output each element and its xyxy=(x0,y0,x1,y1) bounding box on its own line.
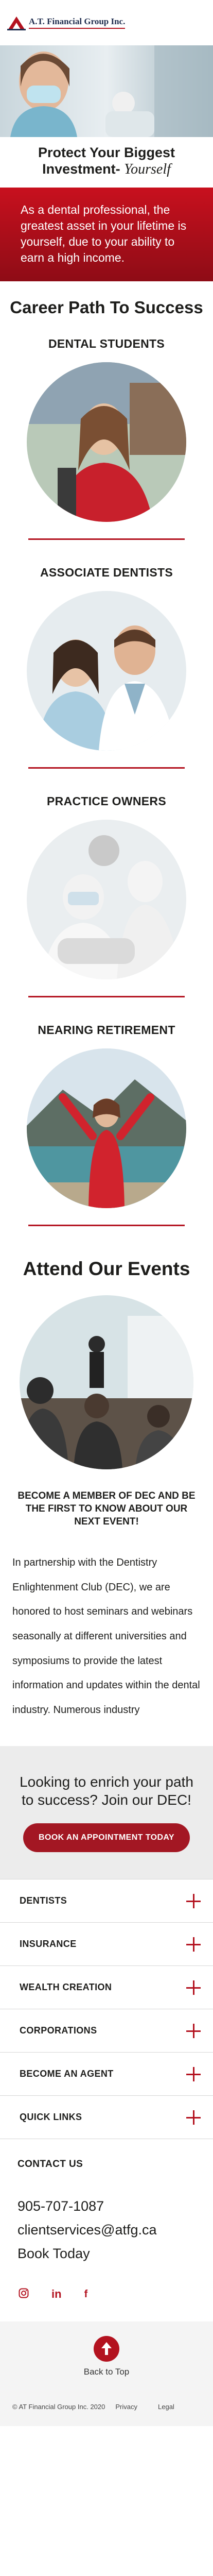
events-photo xyxy=(20,1295,193,1470)
plus-icon[interactable] xyxy=(186,1980,201,1995)
accordion-label: WEALTH CREATION xyxy=(20,1982,112,1993)
accordion-item-wealth-creation[interactable]: WEALTH CREATION xyxy=(0,1965,213,2009)
career-stage-associate-dentists: ASSOCIATE DENTISTS xyxy=(0,551,213,769)
accordion-label: INSURANCE xyxy=(20,1939,77,1950)
hero-headline-accent: Yourself xyxy=(124,161,171,178)
logo-text: A.T. Financial Group Inc. xyxy=(29,16,126,29)
career-stage-label: DENTAL STUDENTS xyxy=(48,337,165,351)
contact-section: CONTACT US 905-707-1087 clientservices@a… xyxy=(0,2139,213,2266)
career-stage-practice-owners: PRACTICE OWNERS xyxy=(0,780,213,998)
dental-student-photo xyxy=(27,362,186,522)
hero-headline-line1: Protect Your Biggest xyxy=(38,145,175,160)
career-stage-nearing-retirement: NEARING RETIREMENT xyxy=(0,1009,213,1227)
logo[interactable]: A.T. Financial Group Inc. xyxy=(7,15,126,30)
hero-tagline: Protect Your Biggest Investment- Yoursel… xyxy=(0,137,213,188)
arrow-up-icon[interactable] xyxy=(94,2336,119,2362)
footer-accordion: DENTISTS INSURANCE WEALTH CREATION CORPO… xyxy=(0,1879,213,2140)
appointment-heading: Looking to enrich your path to success? … xyxy=(20,1774,193,1808)
practice-owners-photo xyxy=(27,820,186,980)
career-stage-label: ASSOCIATE DENTISTS xyxy=(40,566,173,580)
privacy-link[interactable]: Privacy xyxy=(115,2403,137,2411)
contact-email-link[interactable]: clientservices@atfg.ca xyxy=(17,2218,196,2242)
plus-icon[interactable] xyxy=(186,1893,201,1908)
book-today-link[interactable]: Book Today xyxy=(17,2242,196,2266)
site-footer: © AT Financial Group Inc. 2020 Privacy L… xyxy=(0,2389,213,2427)
hero-headline-line2: Investment- xyxy=(42,161,120,177)
accordion-label: QUICK LINKS xyxy=(20,2112,82,2123)
plus-icon[interactable] xyxy=(186,2023,201,2038)
accordion-item-corporations[interactable]: CORPORATIONS xyxy=(0,2009,213,2052)
legal-links: Privacy Legal xyxy=(115,2403,174,2411)
back-to-top-label[interactable]: Back to Top xyxy=(0,2367,213,2377)
hero-dentist-photo xyxy=(0,45,213,137)
career-divider xyxy=(28,767,185,769)
appointment-section: Looking to enrich your path to success? … xyxy=(0,1746,213,1879)
legal-link[interactable]: Legal xyxy=(158,2403,174,2411)
events-title: Attend Our Events xyxy=(23,1258,190,1280)
associate-dentists-photo xyxy=(27,591,186,751)
book-appointment-button[interactable]: BOOK AN APPOINTMENT TODAY xyxy=(23,1823,190,1853)
accordion-item-dentists[interactable]: DENTISTS xyxy=(0,1879,213,1922)
career-divider xyxy=(28,996,185,998)
accordion-item-insurance[interactable]: INSURANCE xyxy=(0,1922,213,1965)
career-divider xyxy=(28,538,185,540)
hero-headline: Protect Your Biggest Investment- Yoursel… xyxy=(10,144,203,178)
events-description: In partnership with the Dentistry Enligh… xyxy=(12,1557,200,1716)
copyright-text: © AT Financial Group Inc. 2020 xyxy=(12,2403,105,2411)
plus-icon[interactable] xyxy=(186,1937,201,1952)
plus-icon[interactable] xyxy=(186,2110,201,2125)
career-path-title: Career Path To Success xyxy=(10,298,203,317)
contact-phone-link[interactable]: 905-707-1087 xyxy=(17,2195,196,2218)
instagram-icon[interactable] xyxy=(19,2288,29,2301)
back-to-top[interactable]: Back to Top xyxy=(0,2321,213,2390)
career-divider xyxy=(28,1225,185,1227)
facebook-icon[interactable]: f xyxy=(84,2289,88,2300)
accordion-item-become-an-agent[interactable]: BECOME AN AGENT xyxy=(0,2052,213,2095)
hero-band-text: As a dental professional, the greatest a… xyxy=(21,202,187,265)
career-stage-dental-students: DENTAL STUDENTS xyxy=(0,323,213,540)
nearing-retirement-photo xyxy=(27,1048,186,1209)
plus-icon[interactable] xyxy=(186,2066,201,2081)
accordion-label: CORPORATIONS xyxy=(20,2025,97,2036)
accordion-item-quick-links[interactable]: QUICK LINKS xyxy=(0,2095,213,2139)
accordion-label: DENTISTS xyxy=(20,1895,67,1906)
dec-member-cta: BECOME A MEMBER OF DEC AND BE THE FIRST … xyxy=(17,1490,196,1527)
linkedin-icon[interactable]: in xyxy=(51,2287,62,2301)
hero-red-band: As a dental professional, the greatest a… xyxy=(0,187,213,282)
site-header: A.T. Financial Group Inc. xyxy=(0,0,213,45)
accordion-label: BECOME AN AGENT xyxy=(20,2069,114,2079)
hero-image xyxy=(0,45,213,137)
career-stage-label: NEARING RETIREMENT xyxy=(38,1023,175,1037)
logo-mark-icon xyxy=(7,16,26,30)
social-links: in f xyxy=(0,2266,213,2321)
career-stage-label: PRACTICE OWNERS xyxy=(47,794,166,808)
contact-heading: CONTACT US xyxy=(17,2159,83,2170)
